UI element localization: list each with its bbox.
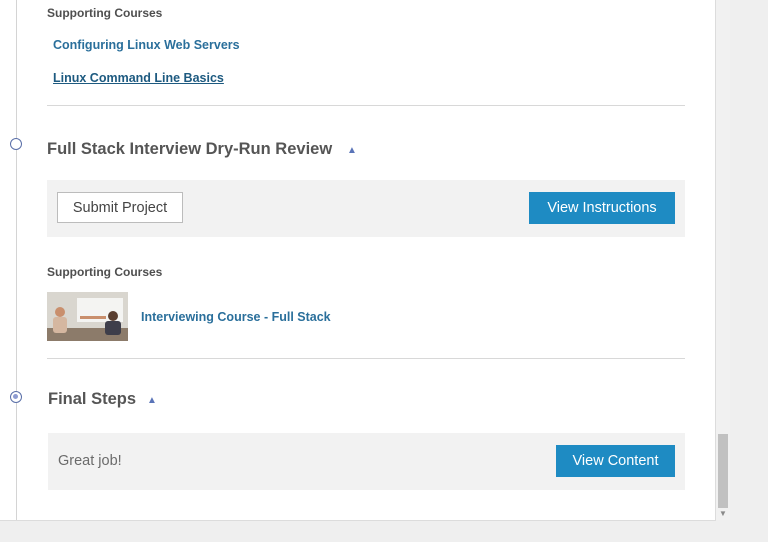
- scrollbar-thumb[interactable]: [718, 434, 728, 508]
- final-steps-title: Final Steps: [48, 390, 137, 408]
- course-link-interviewing-full-stack[interactable]: Interviewing Course - Full Stack: [141, 310, 331, 324]
- timeline-step-current-icon: [10, 391, 22, 403]
- project-title: Full Stack Interview Dry-Run Review: [47, 140, 333, 158]
- divider: [47, 105, 685, 106]
- completion-message: Great job!: [58, 453, 122, 469]
- final-actions: Great job! View Content: [48, 433, 685, 490]
- course-link-configuring-linux-web-servers[interactable]: Configuring Linux Web Servers: [53, 38, 240, 52]
- supporting-courses-label: Supporting Courses: [47, 265, 163, 279]
- course-thumbnail-image: [47, 292, 128, 341]
- course-link-linux-command-line-basics[interactable]: Linux Command Line Basics: [53, 71, 224, 85]
- vertical-scrollbar[interactable]: ▼: [716, 0, 730, 520]
- submit-project-button[interactable]: Submit Project: [57, 192, 183, 223]
- view-content-button[interactable]: View Content: [556, 445, 675, 477]
- timeline-line: [16, 0, 17, 520]
- lesson-panel: Supporting Courses Configuring Linux Web…: [0, 0, 716, 521]
- scroll-down-arrow-icon[interactable]: ▼: [718, 509, 728, 519]
- divider: [47, 358, 685, 359]
- chevron-up-icon[interactable]: ▲: [147, 395, 157, 406]
- project-actions: Submit Project View Instructions: [47, 180, 685, 237]
- course-thumbnail[interactable]: [47, 292, 128, 341]
- view-instructions-button[interactable]: View Instructions: [529, 192, 675, 224]
- timeline-step-icon: [10, 138, 22, 150]
- chevron-up-icon[interactable]: ▲: [347, 145, 357, 156]
- supporting-courses-label: Supporting Courses: [47, 6, 163, 20]
